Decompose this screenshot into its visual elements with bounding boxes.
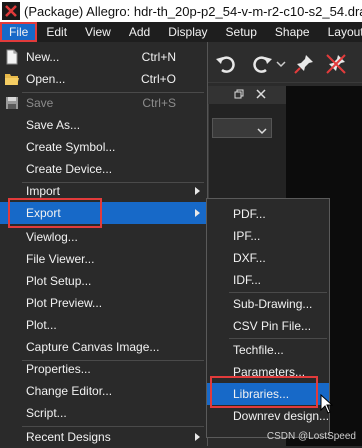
menu-item-plot-setup[interactable]: Plot Setup... <box>0 270 206 292</box>
menu-item-script[interactable]: Script... <box>0 402 206 424</box>
submenu-item-ipf[interactable]: IPF... <box>207 225 329 247</box>
close-panel-icon[interactable] <box>256 88 266 102</box>
menu-view[interactable]: View <box>76 22 120 42</box>
menu-item-plot-preview[interactable]: Plot Preview... <box>0 292 206 314</box>
submenu-item-idf[interactable]: IDF... <box>207 269 329 291</box>
menu-layout[interactable]: Layout <box>319 22 362 42</box>
window-title: (Package) Allegro: hdr-th_20p-p2_54-v-m-… <box>24 3 362 19</box>
menu-edit[interactable]: Edit <box>37 22 76 42</box>
menu-bar: File Edit View Add Display Setup Shape L… <box>0 22 362 42</box>
restore-window-icon[interactable] <box>234 88 244 102</box>
panel-dropdown[interactable] <box>212 118 272 138</box>
undo-icon[interactable] <box>214 52 238 79</box>
submenu-item-csv-pin-file[interactable]: CSV Pin File... <box>207 315 329 337</box>
menu-item-change-editor[interactable]: Change Editor... <box>0 380 206 402</box>
menu-item-recent-designs[interactable]: Recent Designs <box>0 426 206 448</box>
file-menu: New... Ctrl+N Open... Ctrl+O Save Ctrl+S… <box>0 42 208 446</box>
menu-setup[interactable]: Setup <box>217 22 266 42</box>
menu-file[interactable]: File <box>0 22 38 42</box>
menu-item-save-as[interactable]: Save As... <box>0 114 206 136</box>
submenu-item-sub-drawing[interactable]: Sub-Drawing... <box>207 293 329 315</box>
save-icon <box>4 95 20 111</box>
menu-shape[interactable]: Shape <box>266 22 319 42</box>
unpin-icon[interactable] <box>324 52 348 79</box>
menu-item-file-viewer[interactable]: File Viewer... <box>0 248 206 270</box>
libraries-annotation-box <box>210 376 318 408</box>
menu-item-create-symbol[interactable]: Create Symbol... <box>0 136 206 158</box>
menu-item-open[interactable]: Open... Ctrl+O <box>0 68 206 90</box>
pin-icon[interactable] <box>292 52 316 79</box>
menu-item-new[interactable]: New... Ctrl+N <box>0 46 206 68</box>
menu-item-properties[interactable]: Properties... <box>0 358 206 380</box>
watermark: CSDN @LostSpeed <box>266 431 356 442</box>
menu-item-viewlog[interactable]: Viewlog... <box>0 226 206 248</box>
title-bar: (Package) Allegro: hdr-th_20p-p2_54-v-m-… <box>0 0 362 22</box>
menu-display[interactable]: Display <box>159 22 216 42</box>
submenu-item-techfile[interactable]: Techfile... <box>207 339 329 361</box>
open-folder-icon <box>4 71 20 87</box>
app-logo-icon <box>2 2 20 20</box>
menu-item-save[interactable]: Save Ctrl+S <box>0 92 206 114</box>
panel-header <box>208 86 286 104</box>
chevron-down-icon <box>257 124 267 138</box>
mouse-cursor-icon <box>320 393 334 417</box>
new-file-icon <box>4 49 20 65</box>
menu-item-plot[interactable]: Plot... <box>0 314 206 336</box>
submenu-item-pdf[interactable]: PDF... <box>207 203 329 225</box>
submenu-item-downrev-design[interactable]: Downrev design... <box>207 405 329 427</box>
menu-item-create-device[interactable]: Create Device... <box>0 158 206 180</box>
export-annotation-box <box>8 198 102 228</box>
redo-icon[interactable] <box>250 52 274 79</box>
menu-item-capture-canvas[interactable]: Capture Canvas Image... <box>0 336 206 358</box>
submenu-item-dxf[interactable]: DXF... <box>207 247 329 269</box>
chevron-down-icon[interactable] <box>276 58 286 72</box>
submenu-arrow-icon <box>195 187 200 195</box>
submenu-arrow-icon <box>195 433 200 441</box>
submenu-arrow-icon <box>195 209 200 217</box>
menu-add[interactable]: Add <box>120 22 159 42</box>
